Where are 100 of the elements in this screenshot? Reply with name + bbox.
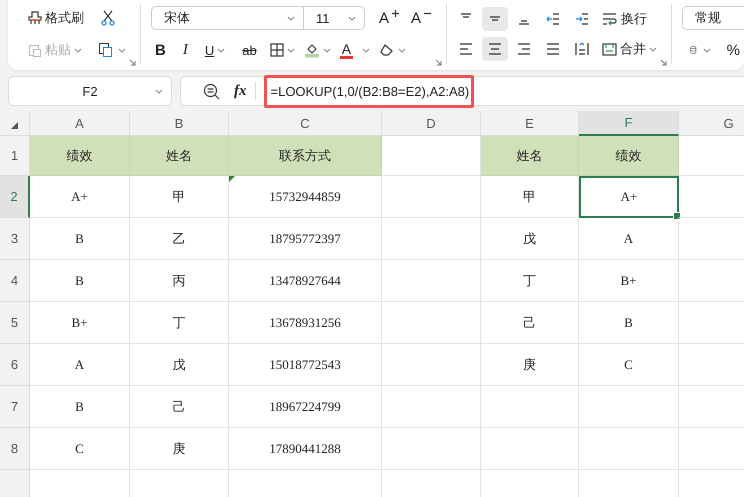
center-align-icon [487,41,503,57]
chevron-icon [348,16,356,20]
table-cell: C [30,428,130,470]
row-header[interactable]: 1 [0,136,30,176]
table-cell: 乙 [130,218,229,260]
column-header[interactable]: E [481,111,579,136]
column-header[interactable]: D [382,111,481,136]
expand-icon[interactable] [129,59,136,66]
fill-color-icon[interactable] [304,42,320,58]
chevron-icon [155,88,163,94]
plus-icon [392,10,400,16]
brush-icon [28,11,42,25]
number-format-select[interactable]: 常规 [682,6,744,30]
table-cell: B+ [30,302,130,344]
expand-icon[interactable] [435,59,442,66]
header-cell: 姓名 [130,136,229,176]
row-header[interactable]: 2 [0,176,30,218]
underline-button[interactable]: U [200,40,230,60]
table-cell: 丁 [481,260,579,302]
strikethrough-button[interactable]: ab [238,40,261,60]
chevron-icon [118,48,126,52]
header-cell: 绩效 [30,136,130,176]
select-all-icon[interactable] [11,122,18,129]
font-color-button[interactable]: A [340,42,354,58]
wrap-text-button[interactable]: 换行 [598,8,651,30]
row-header[interactable]: 5 [0,302,30,344]
decrease-font-button[interactable]: A [407,8,436,28]
table-cell: 丁 [130,302,229,344]
middle-align-icon [489,16,501,21]
table-cell: B [579,302,679,344]
right-align-icon [516,41,532,57]
table-cell: A [30,344,130,386]
italic-button[interactable]: I [178,40,192,60]
align-button[interactable] [482,37,508,61]
percent-button[interactable]: % [722,40,744,60]
merge-button[interactable]: 合并 [598,38,661,60]
table-cell: B+ [579,260,679,302]
table-cell: A+ [579,176,679,218]
clipboard-icon [28,43,42,57]
column-header[interactable]: B [130,111,229,136]
table-cell: 15732944859 [229,176,382,218]
chevron-icon [217,48,226,52]
copy-icon[interactable] [98,42,114,58]
merge-icon [602,42,617,56]
chevron-icon [702,48,711,52]
row-header[interactable]: 6 [0,344,30,386]
column-header[interactable]: C [229,111,382,136]
format-painter-button[interactable]: 格式刷 [24,7,88,29]
top-align-icon [460,13,472,18]
chevron-icon [322,48,331,52]
wrap-icon [602,12,618,26]
chevron-icon [649,46,657,52]
align-button[interactable] [482,7,508,31]
increase-font-button[interactable]: A [375,8,404,28]
header-cell: 姓名 [481,136,579,176]
expand-icon[interactable] [660,59,667,66]
chevron-icon [286,48,295,52]
left-align-icon [458,41,474,57]
row-header[interactable]: 3 [0,218,30,260]
distributed-align-icon [574,41,590,57]
table-cell: 17890441288 [229,428,382,470]
column-header[interactable]: A [30,111,130,136]
header-cell: 绩效 [579,136,679,176]
table-cell: C [579,344,679,386]
table-cell: 庚 [481,344,579,386]
column-header[interactable]: G [679,111,744,136]
font-select[interactable]: 宋体 11 [151,6,365,30]
function-button[interactable]: fx [234,82,246,100]
table-cell: B [30,218,130,260]
fill-handle[interactable] [673,212,681,220]
bottom-align-icon [518,20,530,25]
chevron-icon [398,48,406,52]
eraser-icon[interactable] [379,43,396,57]
bold-button[interactable]: B [151,40,170,60]
borders-icon[interactable] [270,43,284,57]
table-cell: 18967224799 [229,386,382,428]
row-header[interactable]: 7 [0,386,30,428]
table-cell: 13478927644 [229,260,382,302]
zoom-out-icon[interactable] [203,82,220,100]
chevron-icon [74,48,82,52]
table-cell: A+ [30,176,130,218]
table-cell: 戊 [481,218,579,260]
table-cell: 戊 [130,344,229,386]
table-cell: 己 [130,386,229,428]
formula-field[interactable]: =LOOKUP(1,0/(B2:B8=E2),A2:A8) [264,74,474,108]
scissors-icon[interactable] [100,10,116,26]
table-cell: 13678931256 [229,302,382,344]
table-cell: B [30,260,130,302]
table-cell: 18795772397 [229,218,382,260]
table-cell: 己 [481,302,579,344]
row-header[interactable]: 4 [0,260,30,302]
table-cell: A [579,218,679,260]
justify-align-icon [545,41,561,57]
row-header[interactable]: 8 [0,428,30,470]
column-header[interactable]: F [579,111,679,136]
name-box[interactable]: F2 [8,76,172,106]
chevron-icon [362,48,370,52]
outdent-align-icon [545,11,561,27]
table-cell: 甲 [130,176,229,218]
table-cell: 丙 [130,260,229,302]
